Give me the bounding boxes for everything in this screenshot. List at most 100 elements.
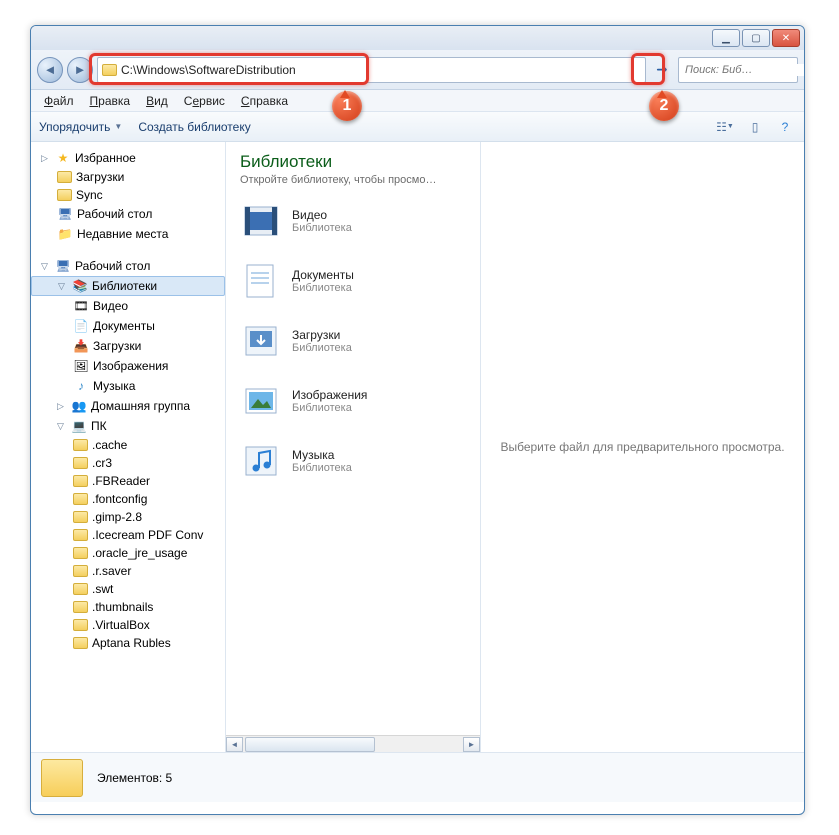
- sidebar-lib-images[interactable]: 🖼Изображения: [31, 356, 225, 376]
- scroll-left-button[interactable]: ◄: [226, 737, 243, 752]
- preview-pane: Выберите файл для предварительного просм…: [481, 142, 804, 752]
- sidebar-lib-music[interactable]: ♪Музыка: [31, 376, 225, 396]
- folder-icon: [73, 565, 88, 577]
- documents-icon: 📄: [73, 318, 89, 334]
- sidebar-pc-folder[interactable]: .swt: [31, 580, 225, 598]
- sidebar-pc-folder[interactable]: .thumbnails: [31, 598, 225, 616]
- search-input[interactable]: [685, 64, 805, 76]
- folder-icon: [73, 457, 88, 469]
- menu-file[interactable]: Файл: [37, 92, 81, 110]
- library-item-images[interactable]: ИзображенияБиблиотека: [240, 380, 476, 422]
- images-lib-icon: [240, 380, 282, 422]
- sidebar-pc-folder[interactable]: .fontconfig: [31, 490, 225, 508]
- list-pane[interactable]: Библиотеки Откройте библиотеку, чтобы пр…: [226, 142, 481, 752]
- library-item-music[interactable]: МузыкаБиблиотека: [240, 440, 476, 482]
- content-heading: Библиотеки: [240, 152, 476, 172]
- folder-icon: [73, 547, 88, 559]
- library-item-downloads[interactable]: ЗагрузкиБиблиотека: [240, 320, 476, 362]
- documents-lib-icon: [240, 260, 282, 302]
- menu-edit[interactable]: Правка: [83, 92, 138, 110]
- toolbar: Упорядочить▼ Создать библиотеку ☷▼ ▯ ?: [31, 112, 804, 142]
- sidebar-fav-downloads[interactable]: Загрузки: [31, 168, 225, 186]
- navbar: ◄ ► ➜ 🔍: [31, 50, 804, 90]
- preview-pane-button[interactable]: ▯: [744, 117, 766, 137]
- menu-help[interactable]: Справка: [234, 92, 295, 110]
- images-icon: 🖼: [73, 358, 89, 374]
- library-item-documents[interactable]: ДокументыБиблиотека: [240, 260, 476, 302]
- sidebar-pc-folder[interactable]: .Icecream PDF Conv: [31, 526, 225, 544]
- homegroup-icon: 👥: [71, 398, 87, 414]
- horizontal-scrollbar[interactable]: ◄ ►: [226, 735, 480, 752]
- desktop-icon: 🖥: [57, 206, 73, 222]
- view-mode-button[interactable]: ☷▼: [714, 117, 736, 137]
- lib-type: Библиотека: [292, 402, 367, 414]
- statusbar: Элементов: 5: [31, 752, 804, 802]
- lib-type: Библиотека: [292, 462, 352, 474]
- scroll-thumb[interactable]: [245, 737, 375, 752]
- help-button[interactable]: ?: [774, 117, 796, 137]
- lib-type: Библиотека: [292, 342, 352, 354]
- search-box[interactable]: 🔍: [678, 57, 798, 83]
- preview-placeholder: Выберите файл для предварительного просм…: [500, 440, 784, 454]
- close-button[interactable]: ✕: [772, 29, 800, 47]
- organize-button[interactable]: Упорядочить▼: [39, 120, 122, 134]
- sidebar-pc-folder[interactable]: .FBReader: [31, 472, 225, 490]
- body: ▷★Избранное Загрузки Sync 🖥Рабочий стол …: [31, 142, 804, 752]
- lib-type: Библиотека: [292, 222, 352, 234]
- sidebar-fav-desktop[interactable]: 🖥Рабочий стол: [31, 204, 225, 224]
- sidebar-pc-folder[interactable]: .gimp-2.8: [31, 508, 225, 526]
- titlebar: ▁ ▢ ✕: [31, 26, 804, 50]
- sidebar-desktop[interactable]: ▽🖥Рабочий стол: [31, 256, 225, 276]
- explorer-window: ▁ ▢ ✕ ◄ ► ➜ 🔍 Файл Правка Вид Сервис Спр…: [30, 25, 805, 815]
- forward-button[interactable]: ►: [67, 57, 93, 83]
- music-lib-icon: [240, 440, 282, 482]
- menu-view[interactable]: Вид: [139, 92, 175, 110]
- lib-name: Музыка: [292, 448, 352, 462]
- downloads-icon: 📥: [73, 338, 89, 354]
- lib-type: Библиотека: [292, 282, 354, 294]
- star-icon: ★: [55, 150, 71, 166]
- status-folder-icon: [41, 759, 83, 797]
- sidebar-lib-video[interactable]: 🎞Видео: [31, 296, 225, 316]
- address-bar[interactable]: [97, 57, 646, 83]
- sidebar[interactable]: ▷★Избранное Загрузки Sync 🖥Рабочий стол …: [31, 142, 226, 752]
- sidebar-favorites[interactable]: ▷★Избранное: [31, 148, 225, 168]
- back-button[interactable]: ◄: [37, 57, 63, 83]
- video-lib-icon: [240, 200, 282, 242]
- sidebar-homegroup[interactable]: ▷👥Домашняя группа: [31, 396, 225, 416]
- pc-icon: 💻: [71, 418, 87, 434]
- sidebar-pc-folder[interactable]: .oracle_jre_usage: [31, 544, 225, 562]
- lib-name: Видео: [292, 208, 352, 222]
- sidebar-fav-sync[interactable]: Sync: [31, 186, 225, 204]
- minimize-button[interactable]: ▁: [712, 29, 740, 47]
- folder-icon: [73, 619, 88, 631]
- folder-icon: [73, 475, 88, 487]
- maximize-button[interactable]: ▢: [742, 29, 770, 47]
- sidebar-libraries[interactable]: ▽📚Библиотеки: [31, 276, 225, 296]
- new-library-button[interactable]: Создать библиотеку: [138, 120, 250, 134]
- folder-icon: [73, 529, 88, 541]
- folder-icon: [73, 439, 88, 451]
- menu-tools[interactable]: Сервис: [177, 92, 232, 110]
- go-button[interactable]: ➜: [650, 58, 674, 82]
- sidebar-pc-folder[interactable]: .cache: [31, 436, 225, 454]
- content-sub: Откройте библиотеку, чтобы просмо…: [240, 174, 476, 186]
- folder-icon: [57, 171, 72, 183]
- sidebar-pc-folder[interactable]: .r.saver: [31, 562, 225, 580]
- library-item-video[interactable]: ВидеоБиблиотека: [240, 200, 476, 242]
- sidebar-lib-documents[interactable]: 📄Документы: [31, 316, 225, 336]
- folder-icon: [73, 511, 88, 523]
- sidebar-pc-folder[interactable]: .cr3: [31, 454, 225, 472]
- address-input[interactable]: [121, 63, 641, 77]
- sidebar-pc[interactable]: ▽💻ПК: [31, 416, 225, 436]
- content: Библиотеки Откройте библиотеку, чтобы пр…: [226, 142, 804, 752]
- downloads-lib-icon: [240, 320, 282, 362]
- folder-icon: [73, 637, 88, 649]
- sidebar-pc-folder[interactable]: .VirtualBox: [31, 616, 225, 634]
- scroll-right-button[interactable]: ►: [463, 737, 480, 752]
- lib-name: Изображения: [292, 388, 367, 402]
- lib-name: Загрузки: [292, 328, 352, 342]
- sidebar-fav-recent[interactable]: 📁Недавние места: [31, 224, 225, 244]
- sidebar-pc-folder[interactable]: Aptana Rubles: [31, 634, 225, 652]
- sidebar-lib-downloads[interactable]: 📥Загрузки: [31, 336, 225, 356]
